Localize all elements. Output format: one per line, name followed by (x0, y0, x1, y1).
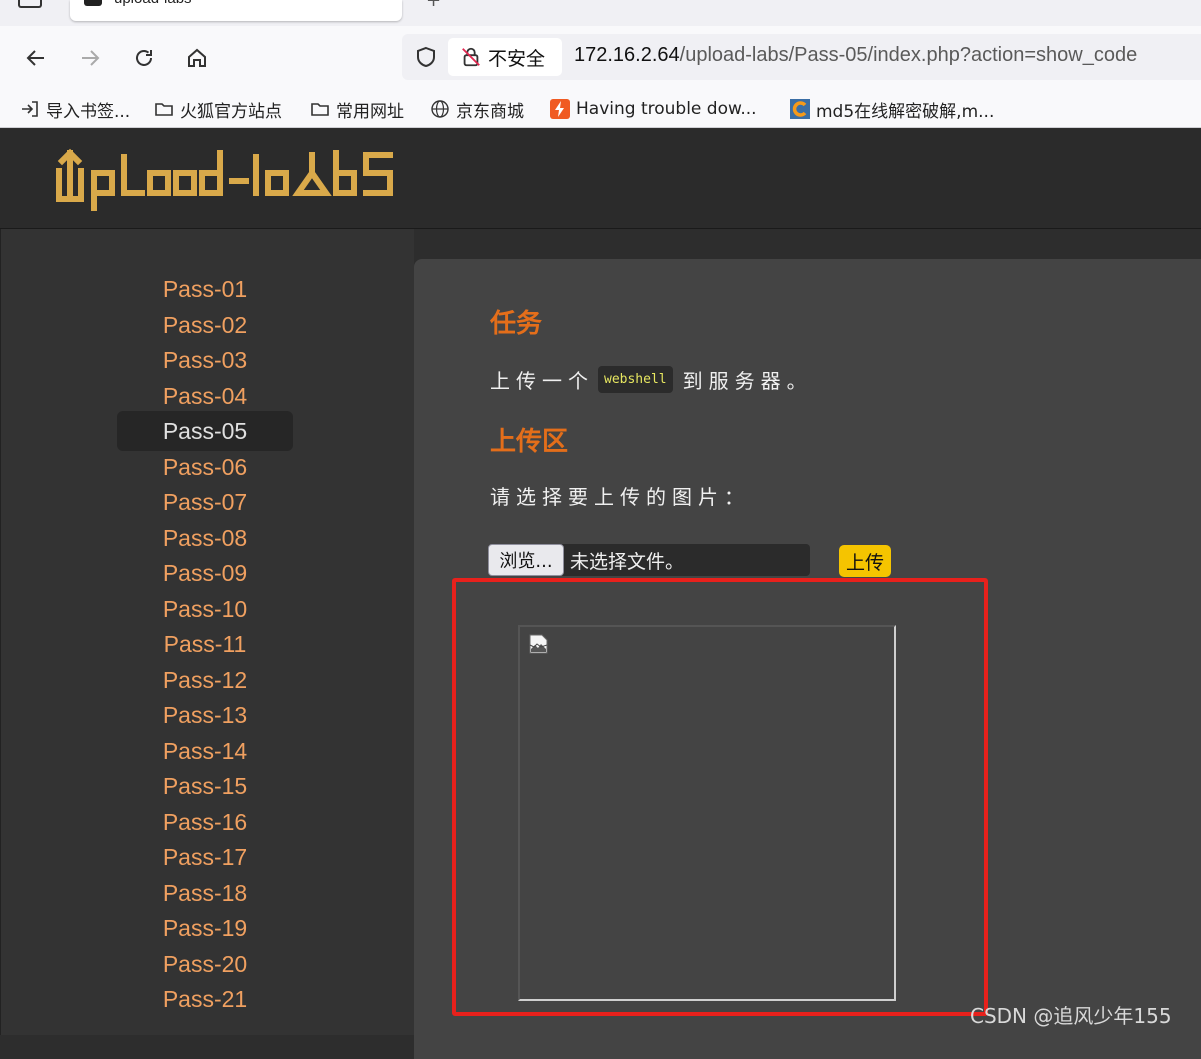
reload-icon (136, 49, 152, 66)
bookmark-import[interactable]: 导入书签... (20, 96, 130, 122)
home-icon (188, 48, 206, 67)
reload-button[interactable] (126, 40, 162, 76)
task-description: 上传一个 webshell 到服务器。 (490, 365, 813, 394)
no-file-selected-text: 未选择文件。 (570, 550, 685, 573)
import-icon (22, 101, 38, 117)
bookmarks-toolbar: 导入书签... 火狐官方站点 常用网址 京东商城 Having trouble … (0, 90, 1201, 128)
sidebar-item-pass-19[interactable]: Pass-19 (117, 908, 293, 948)
c-logo-icon (790, 99, 810, 119)
sidebar-item-pass-07[interactable]: Pass-07 (117, 482, 293, 522)
file-input[interactable]: 浏览... 未选择文件。 (488, 544, 810, 576)
sidebar-item-pass-12[interactable]: Pass-12 (117, 660, 293, 700)
forward-button[interactable] (72, 40, 108, 76)
bookmark-md5[interactable]: md5在线解密破解,m... (790, 96, 994, 122)
security-label: 不安全 (488, 47, 546, 70)
sidebar: Pass-01 Pass-02 Pass-03 Pass-04 Pass-05 Pass-… (0, 229, 414, 1035)
url-text[interactable]: 172.16.2.64/upload-labs/Pass-05/index.ph… (574, 44, 1137, 67)
sidebar-item-pass-21[interactable]: Pass-21 (117, 979, 293, 1019)
bookmark-label: 火狐官方站点 (180, 101, 282, 122)
sidebar-item-pass-09[interactable]: Pass-09 (117, 553, 293, 593)
sidebar-item-pass-18[interactable]: Pass-18 (117, 873, 293, 913)
url-bar[interactable]: 不安全 172.16.2.64/upload-labs/Pass-05/inde… (402, 34, 1201, 80)
sidebar-item-pass-17[interactable]: Pass-17 (117, 837, 293, 877)
sidebar-item-pass-14[interactable]: Pass-14 (117, 731, 293, 771)
folder-icon (155, 103, 173, 116)
shield-icon[interactable] (414, 45, 438, 69)
sidebar-item-pass-03[interactable]: Pass-03 (117, 340, 293, 380)
choose-file-label: 请选择要上传的图片： (490, 485, 750, 509)
sidebar-item-pass-10[interactable]: Pass-10 (117, 589, 293, 629)
upload-heading: 上传区 (490, 427, 569, 457)
sidebar-item-pass-13[interactable]: Pass-13 (117, 695, 293, 735)
back-arrow-icon (26, 50, 44, 66)
sidebar-item-pass-04[interactable]: Pass-04 (117, 376, 293, 416)
active-tab[interactable]: upload-labs (70, 0, 402, 21)
url-host: 172.16.2.64 (574, 44, 680, 66)
webshell-code: webshell (598, 366, 673, 393)
bookmark-having-trouble[interactable]: Having trouble dow... (550, 96, 757, 122)
bookmark-jd[interactable]: 京东商城 (430, 96, 524, 122)
csdn-watermark: CSDN @追风少年155 (970, 1004, 1172, 1028)
url-path: /upload-labs/Pass-05/index.php?action=sh… (679, 44, 1138, 66)
sidebar-item-pass-02[interactable]: Pass-02 (117, 305, 293, 345)
task-text-before: 上传一个 (490, 369, 594, 393)
browse-button[interactable]: 浏览... (488, 544, 564, 576)
bookmark-label: Having trouble dow... (576, 99, 757, 119)
bolt-icon (550, 99, 570, 119)
sidebar-item-pass-11[interactable]: Pass-11 (117, 624, 293, 664)
tab-title: upload-labs (114, 0, 192, 7)
tab-strip: upload-labs + (0, 0, 1201, 26)
navigation-bar: 不安全 172.16.2.64/upload-labs/Pass-05/inde… (0, 26, 1201, 90)
sidebar-item-pass-01[interactable]: Pass-01 (117, 269, 293, 309)
home-button[interactable] (179, 40, 215, 76)
sidebar-item-pass-08[interactable]: Pass-08 (117, 518, 293, 558)
bookmark-label: 京东商城 (456, 101, 524, 122)
tab-favicon-icon (84, 0, 102, 6)
bookmark-label: 导入书签... (46, 101, 131, 122)
folder-icon (311, 103, 329, 116)
page-header (0, 129, 1201, 229)
globe-icon (431, 100, 449, 118)
bookmark-common-sites[interactable]: 常用网址 (310, 96, 404, 122)
task-heading: 任务 (490, 309, 543, 339)
bookmark-label: md5在线解密破解,m... (816, 101, 995, 122)
back-button[interactable] (18, 40, 54, 76)
sidebar-item-pass-06[interactable]: Pass-06 (117, 447, 293, 487)
sidebar-item-pass-16[interactable]: Pass-16 (117, 802, 293, 842)
tab-list-icon[interactable] (18, 0, 42, 8)
sidebar-item-pass-20[interactable]: Pass-20 (117, 944, 293, 984)
site-security-indicator[interactable]: 不安全 (448, 38, 562, 76)
task-text-after: 到服务器。 (682, 369, 813, 393)
sidebar-item-pass-15[interactable]: Pass-15 (117, 766, 293, 806)
bookmark-firefox-site[interactable]: 火狐官方站点 (154, 96, 282, 122)
new-tab-button[interactable]: + (426, 0, 441, 11)
insecure-lock-icon (462, 47, 480, 67)
forward-arrow-icon (82, 50, 100, 66)
upload-labs-logo[interactable] (54, 147, 400, 211)
bookmark-label: 常用网址 (336, 101, 404, 122)
upload-button[interactable]: 上传 (839, 545, 891, 577)
sidebar-item-pass-05[interactable]: Pass-05 (117, 411, 293, 451)
highlight-annotation-box (452, 578, 988, 1016)
